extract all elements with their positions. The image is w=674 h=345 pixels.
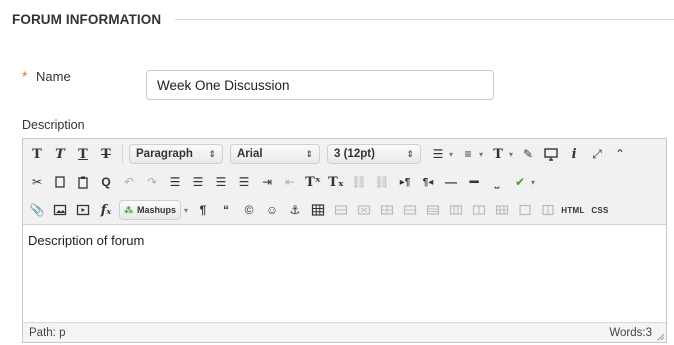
redo-icon[interactable]: ↷ bbox=[142, 172, 162, 192]
insert-image-icon[interactable] bbox=[50, 200, 70, 220]
split-cells-icon[interactable] bbox=[515, 200, 535, 220]
superscript-icon[interactable]: Tˣ bbox=[303, 172, 323, 192]
anchor-icon[interactable]: ⚓ bbox=[285, 200, 305, 220]
highlight-pen-icon[interactable]: ✎ bbox=[518, 144, 538, 164]
find-icon[interactable]: Q bbox=[96, 172, 116, 192]
section-title: FORUM INFORMATION bbox=[12, 11, 162, 27]
bold-button[interactable]: T bbox=[27, 144, 47, 164]
word-count-value: 3 bbox=[645, 326, 652, 339]
word-count-label: Words: bbox=[609, 326, 646, 339]
word-count: Words:3 bbox=[609, 327, 652, 339]
cut-icon[interactable]: ✂ bbox=[27, 172, 47, 192]
italic-button[interactable]: T bbox=[50, 144, 70, 164]
merge-cells-icon[interactable] bbox=[538, 200, 558, 220]
required-marker: * bbox=[22, 68, 28, 84]
link-icon[interactable]: ⛓ bbox=[349, 172, 369, 192]
section-divider bbox=[175, 19, 674, 20]
editor-status-bar: Path: p Words:3 bbox=[23, 322, 666, 342]
chevron-down-icon[interactable]: ▾ bbox=[449, 150, 453, 159]
fullscreen-icon[interactable]: ⤢ bbox=[587, 144, 607, 164]
path-value: p bbox=[59, 326, 66, 339]
thick-rule-icon[interactable]: ━ bbox=[464, 172, 484, 192]
editor-content[interactable]: Description of forum bbox=[23, 225, 666, 322]
underline-button[interactable]: T bbox=[73, 144, 93, 164]
subscript-icon[interactable]: Tₓ bbox=[326, 172, 346, 192]
css-button[interactable]: CSS bbox=[588, 200, 612, 220]
special-character-icon[interactable]: © bbox=[239, 200, 259, 220]
insert-row-before-icon[interactable] bbox=[377, 200, 397, 220]
nonbreaking-space-icon[interactable]: ⎵ bbox=[487, 172, 507, 192]
chevron-updown-icon: ⇕ bbox=[305, 148, 313, 159]
align-right-icon[interactable]: ☰ bbox=[211, 172, 231, 192]
copy-icon[interactable] bbox=[50, 172, 70, 192]
collapse-toolbar-icon[interactable]: ⌃ bbox=[610, 144, 630, 164]
align-left-icon[interactable]: ☰ bbox=[165, 172, 185, 192]
paste-icon[interactable] bbox=[73, 172, 93, 192]
font-size-select[interactable]: 3 (12pt) ⇕ bbox=[327, 144, 421, 164]
path-indicator: Path: p bbox=[29, 327, 65, 339]
text-color-icon[interactable]: T bbox=[488, 144, 508, 164]
math-formula-icon[interactable]: fₓ bbox=[96, 200, 116, 220]
numbered-list-icon[interactable]: ≡ bbox=[458, 144, 478, 164]
resize-handle-icon[interactable] bbox=[656, 332, 665, 341]
mashups-select[interactable]: ⁂ Mashups bbox=[119, 200, 181, 220]
chevron-down-icon[interactable]: ▾ bbox=[184, 206, 188, 215]
insert-column-after-icon[interactable] bbox=[469, 200, 489, 220]
path-label: Path: bbox=[29, 326, 56, 339]
preview-monitor-icon[interactable] bbox=[541, 144, 561, 164]
toolbar-separator bbox=[122, 145, 123, 163]
editor-toolbar: T T T T Paragraph ⇕ Arial ⇕ 3 (12pt) ⇕ ☰… bbox=[23, 139, 666, 225]
chevron-updown-icon: ⇕ bbox=[208, 148, 216, 159]
description-editor: T T T T Paragraph ⇕ Arial ⇕ 3 (12pt) ⇕ ☰… bbox=[22, 138, 667, 343]
outdent-icon[interactable]: ⇤ bbox=[280, 172, 300, 192]
align-justify-icon[interactable]: ☰ bbox=[234, 172, 254, 192]
rtl-paragraph-icon[interactable]: ¶◂ bbox=[418, 172, 438, 192]
name-label: Name bbox=[36, 68, 71, 84]
emoticon-icon[interactable]: ☺ bbox=[262, 200, 282, 220]
font-family-select[interactable]: Arial ⇕ bbox=[230, 144, 320, 164]
font-family-select-value: Arial bbox=[237, 148, 263, 160]
show-blocks-icon[interactable]: ¶ bbox=[193, 200, 213, 220]
toolbar-row-1: T T T T Paragraph ⇕ Arial ⇕ 3 (12pt) ⇕ ☰… bbox=[27, 140, 662, 168]
insert-table-icon[interactable] bbox=[308, 200, 328, 220]
unlink-icon[interactable]: ⛓ bbox=[372, 172, 392, 192]
chevron-updown-icon: ⇕ bbox=[406, 148, 414, 159]
align-center-icon[interactable]: ☰ bbox=[188, 172, 208, 192]
description-label: Description bbox=[22, 118, 85, 132]
insert-row-after-icon[interactable] bbox=[400, 200, 420, 220]
delete-column-icon[interactable] bbox=[492, 200, 512, 220]
toolbar-row-3: 📎 fₓ ⁂ Mashups ▾ ¶ “ © ☺ ⚓ HTML CSS bbox=[27, 196, 662, 224]
font-size-select-value: 3 (12pt) bbox=[334, 148, 375, 160]
name-input[interactable] bbox=[146, 70, 494, 100]
chevron-down-icon[interactable]: ▾ bbox=[531, 178, 535, 187]
table-row-props-icon[interactable] bbox=[331, 200, 351, 220]
format-select-value: Paragraph bbox=[136, 148, 193, 160]
insert-column-before-icon[interactable] bbox=[446, 200, 466, 220]
html-source-button[interactable]: HTML bbox=[561, 200, 585, 220]
mashups-icon: ⁂ bbox=[124, 204, 134, 215]
blockquote-icon[interactable]: “ bbox=[216, 200, 236, 220]
info-icon[interactable]: i bbox=[564, 144, 584, 164]
undo-icon[interactable]: ↶ bbox=[119, 172, 139, 192]
chevron-down-icon[interactable]: ▾ bbox=[479, 150, 483, 159]
format-select[interactable]: Paragraph ⇕ bbox=[129, 144, 223, 164]
toolbar-row-2: ✂ Q ↶ ↷ ☰ ☰ ☰ ☰ ⇥ ⇤ Tˣ Tₓ ⛓ ⛓ ▸¶ ¶◂ — ━ … bbox=[27, 168, 662, 196]
strikethrough-button[interactable]: T bbox=[96, 144, 116, 164]
chevron-down-icon[interactable]: ▾ bbox=[509, 150, 513, 159]
bullet-list-icon[interactable]: ☰ bbox=[428, 144, 448, 164]
spellcheck-icon[interactable]: ✔ bbox=[510, 172, 530, 192]
section-header: FORUM INFORMATION bbox=[12, 8, 674, 30]
ltr-paragraph-icon[interactable]: ▸¶ bbox=[395, 172, 415, 192]
name-row: * Name bbox=[22, 68, 71, 84]
indent-icon[interactable]: ⇥ bbox=[257, 172, 277, 192]
mashups-label: Mashups bbox=[136, 205, 176, 215]
delete-row-icon[interactable] bbox=[423, 200, 443, 220]
table-cell-props-icon[interactable] bbox=[354, 200, 374, 220]
horizontal-rule-icon[interactable]: — bbox=[441, 172, 461, 192]
insert-media-icon[interactable] bbox=[73, 200, 93, 220]
attach-file-icon[interactable]: 📎 bbox=[27, 200, 47, 220]
